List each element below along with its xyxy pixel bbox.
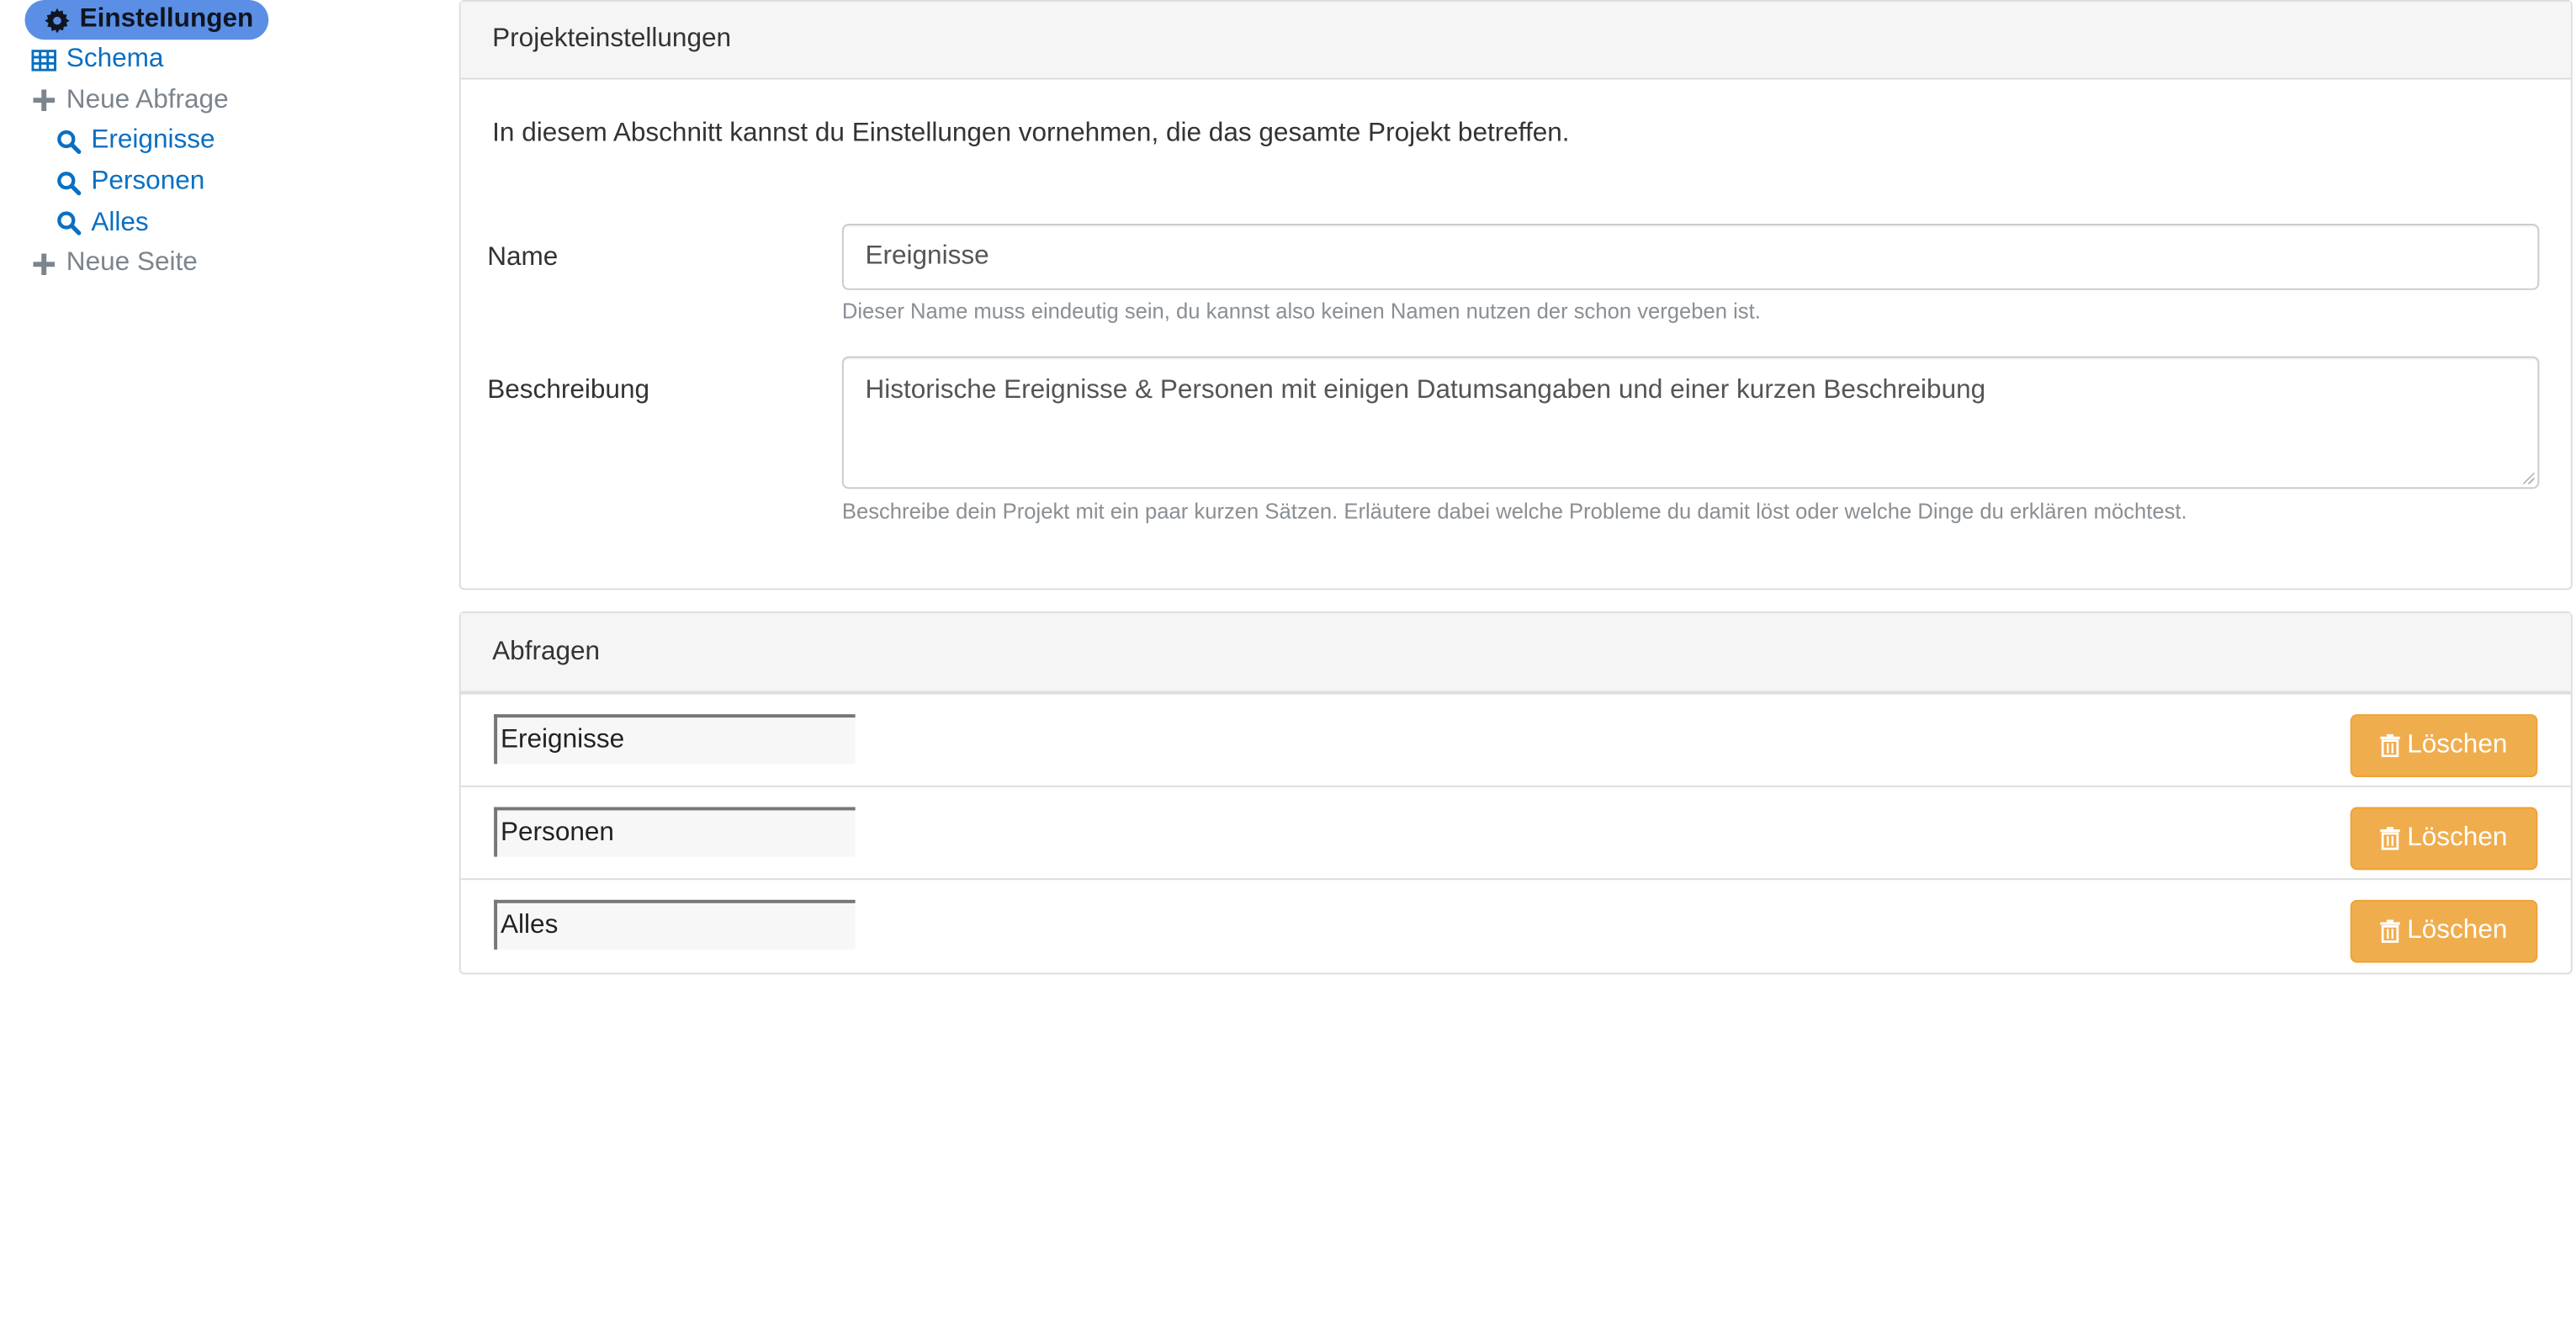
delete-query-button[interactable]: Löschen: [2350, 714, 2538, 778]
description-label: Beschreibung: [487, 376, 650, 405]
trash-icon: [2380, 733, 2401, 758]
sidebar-item-label: Neue Abfrage: [66, 86, 229, 114]
delete-button-label: Löschen: [2407, 916, 2508, 945]
delete-query-button[interactable]: Löschen: [2350, 899, 2538, 963]
description-textarea-value: Historische Ereignisse & Personen mit ei…: [865, 376, 1986, 405]
sidebar-item-neue-seite[interactable]: Neue Seite: [0, 244, 198, 284]
query-row: Personen Löschen: [460, 785, 2571, 878]
resize-handle-icon[interactable]: [2520, 470, 2535, 484]
delete-button-label: Löschen: [2407, 823, 2508, 852]
name-input[interactable]: Ereignisse: [841, 223, 2540, 290]
sidebar-item-label: Personen: [91, 167, 205, 196]
trash-icon: [2380, 919, 2401, 943]
query-name-value: Personen: [501, 818, 614, 847]
description-textarea[interactable]: Historische Ereignisse & Personen mit ei…: [841, 356, 2540, 490]
sidebar-item-personen[interactable]: Personen: [0, 162, 204, 203]
query-row: Alles Löschen: [460, 878, 2571, 971]
sidebar: Einstellungen Schema Neue Abfrage Ereign…: [0, 0, 431, 278]
sidebar-item-einstellungen[interactable]: Einstellungen: [24, 0, 268, 40]
name-label: Name: [487, 243, 559, 273]
query-name-input[interactable]: Ereignisse: [494, 714, 856, 765]
plus-icon: [29, 87, 56, 114]
name-input-value: Ereignisse: [865, 241, 989, 271]
search-icon: [55, 169, 82, 196]
sidebar-item-label: Alles: [91, 208, 149, 237]
delete-button-label: Löschen: [2407, 730, 2508, 760]
query-name-value: Alles: [501, 911, 559, 940]
name-help-text: Dieser Name muss eindeutig sein, du kann…: [841, 298, 1761, 324]
plus-icon: [29, 251, 56, 278]
search-icon: [55, 210, 82, 237]
table-icon: [29, 47, 56, 74]
description-help-text: Beschreibe dein Projekt mit ein paar kur…: [841, 499, 2187, 524]
panel-heading: Projekteinstellungen: [460, 1, 2571, 80]
sidebar-item-label: Schema: [66, 45, 164, 74]
search-icon: [55, 129, 82, 156]
intro-text: In diesem Abschnitt kannst du Einstellun…: [492, 119, 1570, 148]
query-row: Ereignisse Löschen: [460, 692, 2571, 786]
sidebar-item-label: Einstellungen: [79, 4, 254, 34]
query-name-input[interactable]: Alles: [494, 899, 856, 950]
query-name-input[interactable]: Personen: [494, 807, 856, 857]
sidebar-item-label: Ereignisse: [91, 126, 215, 156]
queries-panel: Abfragen Ereignisse Löschen Personen Lös…: [458, 611, 2573, 975]
panel-heading: Abfragen: [460, 612, 2571, 693]
query-name-value: Ereignisse: [501, 725, 625, 754]
gear-icon: [43, 7, 70, 34]
trash-icon: [2380, 827, 2401, 850]
sidebar-item-alles[interactable]: Alles: [0, 203, 149, 243]
sidebar-item-ereignisse[interactable]: Ereignisse: [0, 121, 215, 161]
delete-query-button[interactable]: Löschen: [2350, 807, 2538, 871]
project-settings-panel: Projekteinstellungen In diesem Abschnitt…: [458, 0, 2573, 590]
sidebar-item-schema[interactable]: Schema: [0, 40, 163, 80]
sidebar-item-neue-abfrage[interactable]: Neue Abfrage: [0, 81, 229, 121]
sidebar-item-label: Neue Seite: [66, 249, 198, 278]
